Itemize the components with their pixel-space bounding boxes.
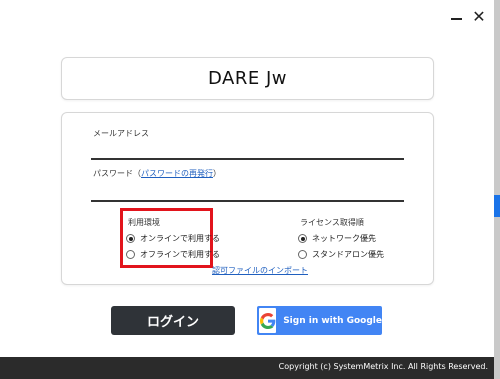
- login-button[interactable]: ログイン: [111, 306, 235, 335]
- radio-offline-label: オフラインで利用する: [140, 250, 220, 259]
- password-reset-link[interactable]: パスワードの再発行: [141, 169, 213, 178]
- close-button[interactable]: ✕: [469, 6, 489, 26]
- email-label: メールアドレス: [93, 129, 149, 138]
- license-order-title: ライセンス取得順: [300, 218, 364, 227]
- scrollbar-thumb[interactable]: [494, 195, 500, 217]
- password-label: パスワード（パスワードの再発行）: [93, 168, 221, 179]
- password-input[interactable]: [91, 200, 404, 202]
- radio-network-priority[interactable]: ネットワーク優先: [298, 233, 376, 244]
- radio-network-indicator[interactable]: [298, 234, 307, 243]
- radio-offline[interactable]: オフラインで利用する: [126, 249, 220, 260]
- footer-bar: Copyright (c) SystemMetrix Inc. All Righ…: [0, 357, 494, 379]
- radio-standalone-indicator[interactable]: [298, 250, 307, 259]
- password-label-prefix: パスワード（: [93, 169, 141, 178]
- google-logo-icon: [259, 308, 277, 333]
- minimize-icon: [450, 18, 462, 20]
- radio-online-indicator[interactable]: [126, 234, 135, 243]
- title-card: DARE Jw: [61, 57, 434, 100]
- minimize-button[interactable]: [446, 6, 466, 26]
- radio-offline-indicator[interactable]: [126, 250, 135, 259]
- close-icon: ✕: [472, 6, 486, 26]
- app-title: DARE Jw: [208, 68, 287, 89]
- window-scrollbar[interactable]: [494, 0, 500, 379]
- radio-network-label: ネットワーク優先: [312, 234, 376, 243]
- login-button-label: ログイン: [146, 315, 199, 330]
- google-button-label: Sign in with Google: [283, 315, 382, 326]
- radio-standalone-priority[interactable]: スタンドアロン優先: [298, 249, 384, 260]
- radio-online[interactable]: オンラインで利用する: [126, 233, 220, 244]
- radio-online-label: オンラインで利用する: [140, 234, 220, 243]
- login-form-card: メールアドレス パスワード（パスワードの再発行） 利用環境 オンラインで利用する…: [61, 112, 434, 285]
- password-label-suffix: ）: [213, 169, 221, 178]
- environment-title: 利用環境: [128, 218, 160, 227]
- email-input[interactable]: [91, 158, 404, 160]
- google-sign-in-button[interactable]: Sign in with Google: [257, 306, 382, 335]
- copyright-text: Copyright (c) SystemMetrix Inc. All Righ…: [278, 362, 488, 371]
- radio-standalone-label: スタンドアロン優先: [312, 250, 384, 259]
- import-license-file-link[interactable]: 認可ファイルのインポート: [212, 265, 308, 276]
